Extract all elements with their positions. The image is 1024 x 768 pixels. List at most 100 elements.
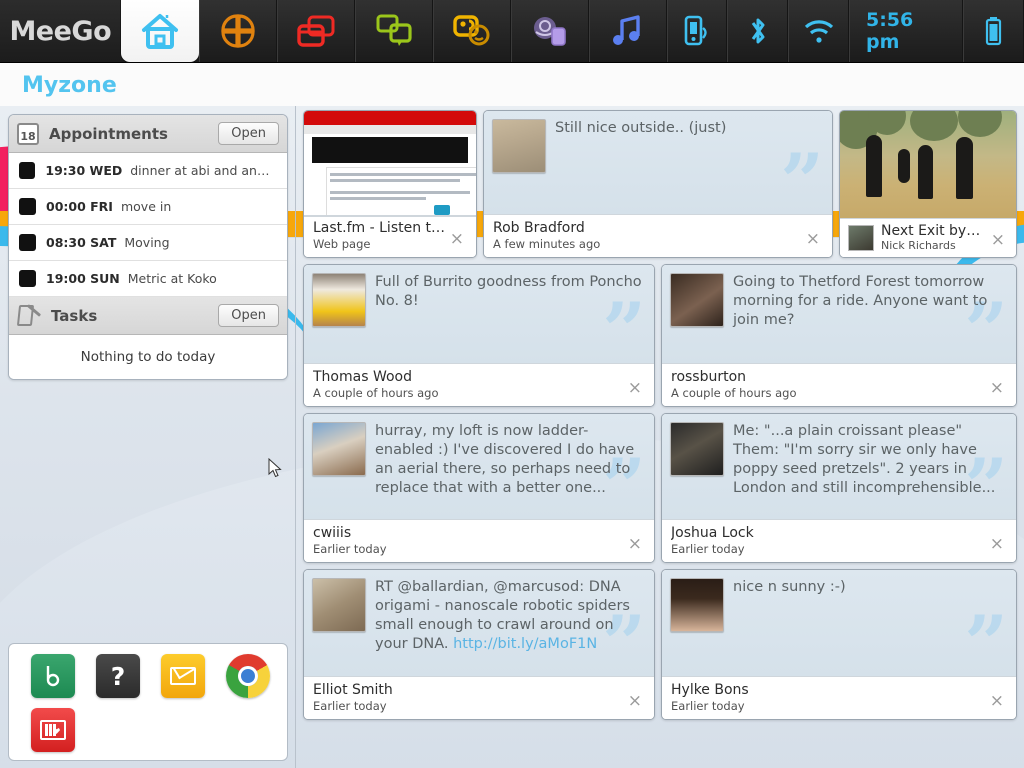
- mouse-cursor: [268, 458, 282, 478]
- card-author: Elliot Smith: [313, 682, 625, 698]
- card-author: Nick Richards: [881, 239, 981, 252]
- close-icon[interactable]: ×: [625, 536, 645, 556]
- battery-tray-icon[interactable]: [963, 0, 1024, 62]
- card-message: hurray, my loft is now ladder-enabled :)…: [375, 422, 646, 511]
- mail-app-icon[interactable]: [161, 654, 205, 698]
- device-icon: [682, 15, 712, 47]
- appointment-text: Moving: [124, 235, 169, 250]
- wifi-tray-icon[interactable]: [788, 0, 849, 62]
- close-icon[interactable]: ×: [803, 231, 823, 251]
- clock[interactable]: 5:56 pm: [849, 0, 963, 62]
- meego-desktop: MeeGo: [0, 0, 1024, 768]
- tasks-clipboard-icon: [17, 305, 41, 327]
- card-author: Hylke Bons: [671, 682, 987, 698]
- card-status-hylke-bons[interactable]: nice n sunny :-) ” Hylke Bons Earlier to…: [661, 569, 1017, 720]
- cards-grid: Last.fm - Listen to f... Web page × Stil…: [303, 110, 1017, 726]
- calendar-day: 18: [20, 130, 35, 143]
- internet-tab[interactable]: [511, 0, 589, 62]
- appointment-text: dinner at abi and andy's: [130, 163, 277, 178]
- myzone-content: Last.fm - Listen to f... Web page × Stil…: [297, 106, 1024, 768]
- card-footer: Rob Bradford A few minutes ago ×: [484, 214, 832, 257]
- card-author: Joshua Lock: [671, 525, 987, 541]
- chrome-app-icon[interactable]: [226, 654, 270, 698]
- close-icon[interactable]: ×: [987, 536, 1007, 556]
- card-status-thomas-wood[interactable]: Full of Burrito goodness from Poncho No.…: [303, 264, 655, 407]
- close-icon[interactable]: ×: [988, 232, 1008, 252]
- card-body: RT @ballardian, @marcusod: DNA origami -…: [304, 570, 654, 676]
- card-body: nice n sunny :-) ”: [662, 570, 1016, 676]
- close-icon[interactable]: ×: [447, 231, 467, 251]
- windows-tab[interactable]: [277, 0, 355, 62]
- card-message: nice n sunny :-): [733, 578, 846, 668]
- card-status-elliot-smith[interactable]: RT @ballardian, @marcusod: DNA origami -…: [303, 569, 655, 720]
- avatar: [312, 578, 366, 632]
- tasks-open-button[interactable]: Open: [218, 304, 279, 327]
- appointment-color-swatch: [19, 270, 36, 287]
- card-status-cwiiis[interactable]: hurray, my loft is now ladder-enabled :)…: [303, 413, 655, 563]
- card-timestamp: Earlier today: [313, 542, 625, 556]
- home-tab[interactable]: [121, 0, 199, 62]
- appointment-row[interactable]: 19:30 WED dinner at abi and andy's: [9, 153, 287, 189]
- card-timestamp: Earlier today: [313, 699, 625, 713]
- launcher-row: [31, 708, 287, 752]
- app-launcher-panel: ?: [8, 643, 288, 761]
- appointment-color-swatch: [19, 198, 36, 215]
- quote-decoration: ”: [964, 614, 1008, 674]
- card-subtitle: Web page: [313, 237, 447, 251]
- appointment-row[interactable]: 08:30 SAT Moving: [9, 225, 287, 261]
- card-webpage-lastfm[interactable]: Last.fm - Listen to f... Web page ×: [303, 110, 477, 258]
- close-icon[interactable]: ×: [625, 693, 645, 713]
- wifi-icon: [803, 17, 835, 45]
- zones-tab[interactable]: [199, 0, 277, 62]
- webpage-thumbnail: [304, 111, 476, 216]
- cards-row: Last.fm - Listen to f... Web page × Stil…: [303, 110, 1017, 258]
- device-tray-icon[interactable]: [667, 0, 728, 62]
- card-message-link[interactable]: http://bit.ly/aMoF1N: [453, 636, 597, 652]
- card-message: RT @ballardian, @marcusod: DNA origami -…: [375, 578, 646, 668]
- appointments-open-button[interactable]: Open: [218, 122, 279, 145]
- calendar-icon: 18: [17, 123, 39, 145]
- card-footer: Hylke Bons Earlier today ×: [662, 676, 1016, 719]
- card-status-rossburton[interactable]: Going to Thetford Forest tomorrow mornin…: [661, 264, 1017, 407]
- meego-brand: MeeGo: [0, 0, 121, 62]
- card-body: Going to Thetford Forest tomorrow mornin…: [662, 265, 1016, 363]
- avatar: [492, 119, 546, 173]
- media-player-app-icon[interactable]: [31, 708, 75, 752]
- bluetooth-tray-icon[interactable]: [727, 0, 788, 62]
- appointment-row[interactable]: 19:00 SUN Metric at Koko: [9, 261, 287, 297]
- house-icon: [140, 12, 180, 50]
- close-icon[interactable]: ×: [625, 380, 645, 400]
- appointment-text: Metric at Koko: [128, 271, 217, 286]
- avatar: [848, 225, 874, 251]
- top-toolbar: MeeGo: [0, 0, 1024, 62]
- appointment-text: move in: [121, 199, 171, 214]
- card-photo-next-exit[interactable]: Next Exit by Int... Nick Richards ×: [839, 110, 1017, 258]
- bognor-app-icon[interactable]: [31, 654, 75, 698]
- card-footer: Joshua Lock Earlier today ×: [662, 519, 1016, 562]
- close-icon[interactable]: ×: [987, 380, 1007, 400]
- card-status-rob-bradford[interactable]: Still nice outside.. (just) ” Rob Bradfo…: [483, 110, 833, 258]
- card-title: Last.fm - Listen to f...: [313, 220, 447, 236]
- card-author: Rob Bradford: [493, 220, 803, 236]
- avatar: [670, 422, 724, 476]
- card-footer: Thomas Wood A couple of hours ago ×: [304, 363, 654, 406]
- appointments-header: 18 Appointments Open: [9, 115, 287, 153]
- bluetooth-icon: [745, 15, 771, 47]
- card-status-joshua-lock[interactable]: Me: "...a plain croissant please" Them: …: [661, 413, 1017, 563]
- people-tab[interactable]: [433, 0, 511, 62]
- avatar: [670, 578, 724, 632]
- card-timestamp: A few minutes ago: [493, 237, 803, 251]
- card-message: Me: "...a plain croissant please" Them: …: [733, 422, 1008, 511]
- myzone-page: Myzone 18: [0, 62, 1024, 768]
- media-tab[interactable]: [589, 0, 667, 62]
- avatar: [670, 273, 724, 327]
- system-tray: 5:56 pm: [667, 0, 1024, 62]
- chat-tab[interactable]: [355, 0, 433, 62]
- card-author: Thomas Wood: [313, 369, 625, 385]
- appointment-row[interactable]: 00:00 FRI move in: [9, 189, 287, 225]
- photo-thumbnail: [840, 111, 1016, 219]
- help-app-icon[interactable]: ?: [96, 654, 140, 698]
- close-icon[interactable]: ×: [987, 693, 1007, 713]
- tasks-title: Tasks: [51, 307, 218, 325]
- avatar: [312, 273, 366, 327]
